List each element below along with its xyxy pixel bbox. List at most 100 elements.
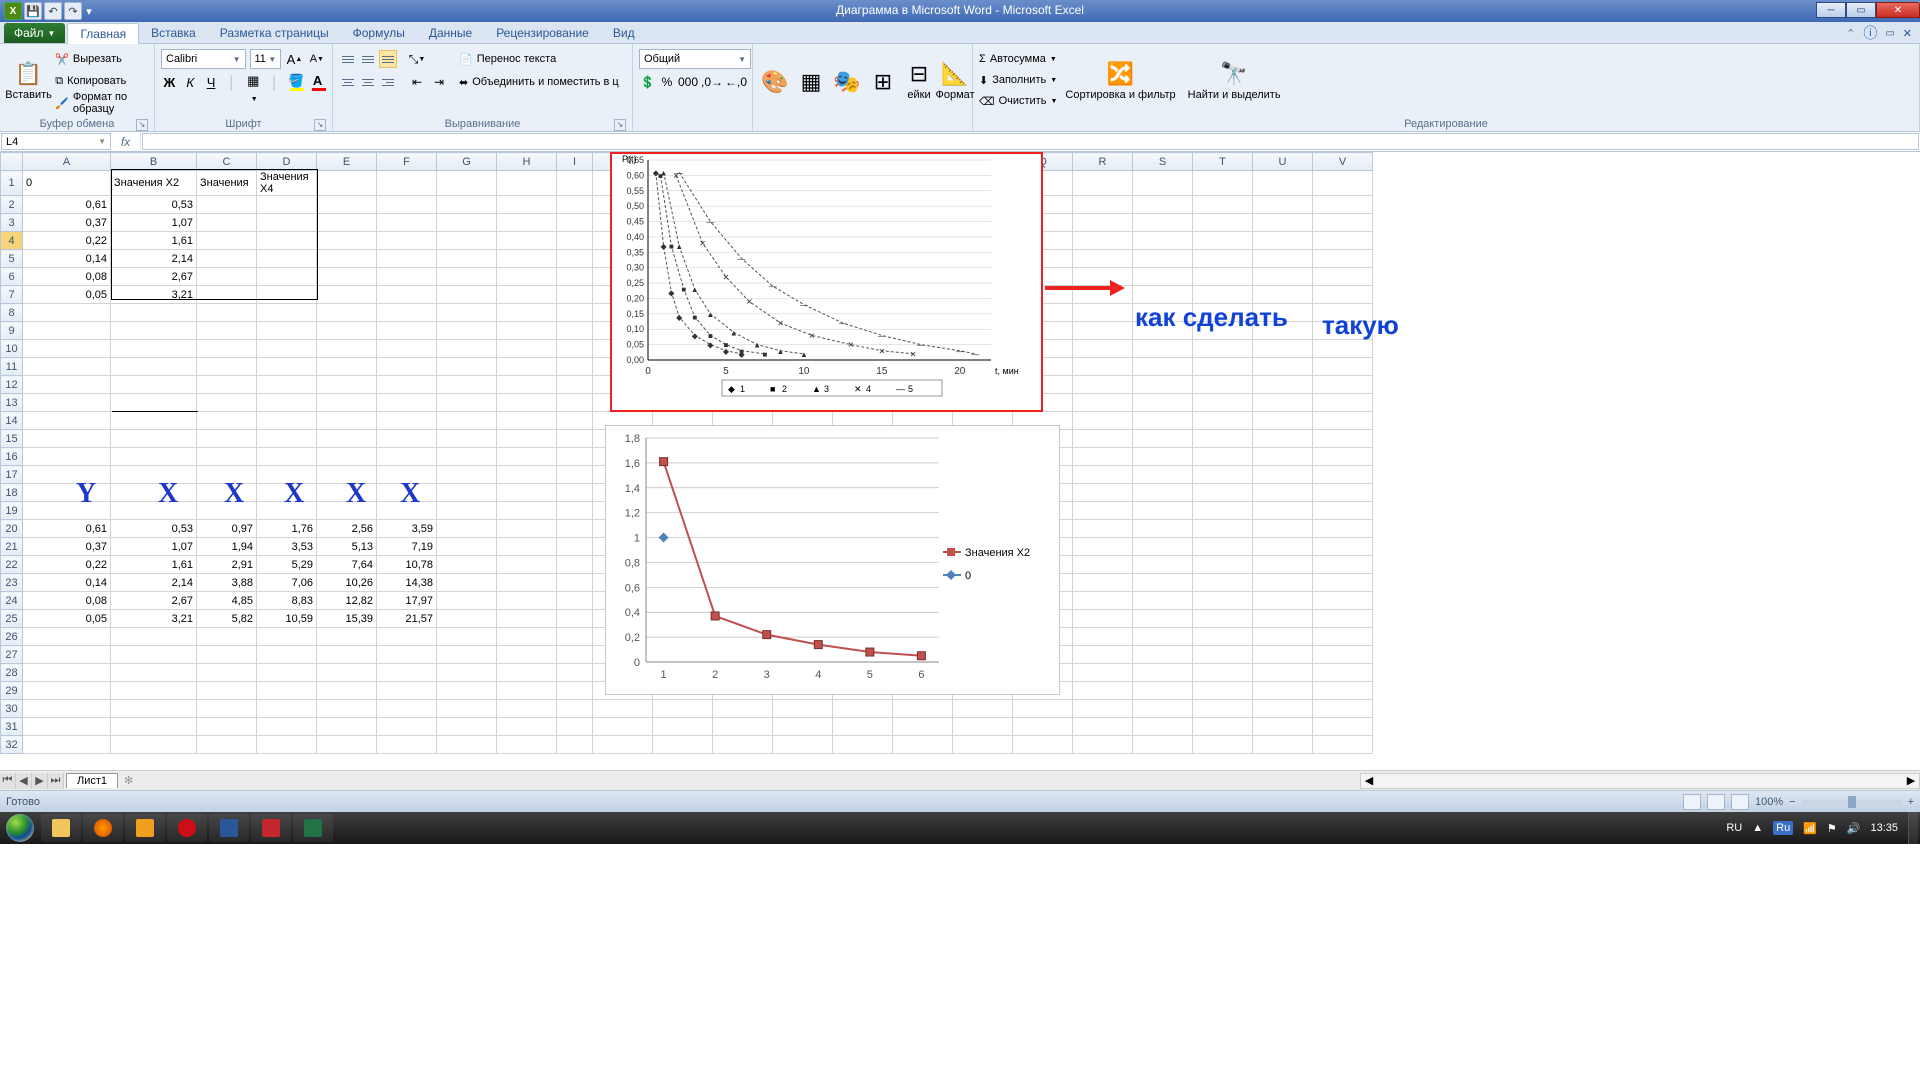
cell[interactable]: [1193, 538, 1253, 556]
cell[interactable]: [437, 664, 497, 682]
cell[interactable]: [437, 430, 497, 448]
cell[interactable]: [557, 394, 593, 412]
cell[interactable]: [1313, 628, 1373, 646]
cell[interactable]: [437, 574, 497, 592]
sheet-nav-next-icon[interactable]: ▶: [32, 773, 48, 789]
minimize-ribbon-icon[interactable]: ⌃: [1846, 27, 1855, 40]
cell[interactable]: [111, 358, 197, 376]
redo-icon[interactable]: ↷: [64, 2, 82, 20]
cell[interactable]: [593, 718, 653, 736]
cell[interactable]: [1193, 430, 1253, 448]
cell[interactable]: [317, 430, 377, 448]
border-button[interactable]: ▦▼: [244, 72, 262, 92]
undo-icon[interactable]: ↶: [44, 2, 62, 20]
comma-button[interactable]: 000: [678, 72, 698, 92]
cell[interactable]: [111, 646, 197, 664]
cell[interactable]: [557, 556, 593, 574]
cell[interactable]: [557, 286, 593, 304]
cell[interactable]: [23, 736, 111, 754]
row-header[interactable]: 29: [1, 682, 23, 700]
cell[interactable]: 3,53: [257, 538, 317, 556]
cell[interactable]: [377, 268, 437, 286]
cell[interactable]: [653, 736, 713, 754]
cell[interactable]: 5,13: [317, 538, 377, 556]
cell[interactable]: [713, 700, 773, 718]
cell[interactable]: [557, 718, 593, 736]
cell[interactable]: [197, 736, 257, 754]
cell[interactable]: [317, 700, 377, 718]
cell[interactable]: [1313, 592, 1373, 610]
format-cells-button[interactable]: 📐Формат: [939, 47, 971, 116]
cell[interactable]: [1313, 340, 1373, 358]
cell[interactable]: [1253, 286, 1313, 304]
cell[interactable]: [953, 718, 1013, 736]
merge-center-button[interactable]: ⬌Объединить и поместить в ц: [459, 72, 619, 92]
cell[interactable]: 12,82: [317, 592, 377, 610]
cell[interactable]: [773, 718, 833, 736]
row-header[interactable]: 16: [1, 448, 23, 466]
cell[interactable]: [1313, 232, 1373, 250]
cell[interactable]: [773, 700, 833, 718]
cell[interactable]: [197, 358, 257, 376]
cell[interactable]: [1193, 574, 1253, 592]
cell[interactable]: [377, 394, 437, 412]
row-header[interactable]: 10: [1, 340, 23, 358]
cell[interactable]: [1253, 448, 1313, 466]
cell[interactable]: [557, 448, 593, 466]
cell[interactable]: [377, 682, 437, 700]
cell[interactable]: [437, 412, 497, 430]
cell[interactable]: [317, 358, 377, 376]
taskbar-excel[interactable]: [293, 814, 333, 842]
cell[interactable]: [437, 448, 497, 466]
cell[interactable]: 7,19: [377, 538, 437, 556]
cell[interactable]: [437, 556, 497, 574]
currency-button[interactable]: 💲: [639, 72, 656, 92]
cell[interactable]: [1073, 736, 1133, 754]
cell[interactable]: [257, 322, 317, 340]
cell[interactable]: [317, 196, 377, 214]
row-header[interactable]: 13: [1, 394, 23, 412]
cell[interactable]: [23, 448, 111, 466]
cell[interactable]: 2,67: [111, 592, 197, 610]
cell[interactable]: [1253, 466, 1313, 484]
cell[interactable]: [1313, 574, 1373, 592]
cell[interactable]: [437, 718, 497, 736]
cell[interactable]: [1193, 628, 1253, 646]
cell[interactable]: [437, 268, 497, 286]
taskbar-aimp[interactable]: [125, 814, 165, 842]
maximize-button[interactable]: ▭: [1846, 2, 1876, 18]
cell[interactable]: [377, 171, 437, 196]
cell[interactable]: [1313, 556, 1373, 574]
cell[interactable]: [23, 430, 111, 448]
cell[interactable]: [1253, 538, 1313, 556]
show-desktop-button[interactable]: [1908, 812, 1918, 844]
wrap-text-button[interactable]: 📄Перенос текста: [459, 49, 619, 69]
cell[interactable]: [111, 718, 197, 736]
column-header[interactable]: I: [557, 153, 593, 171]
cell[interactable]: [1133, 538, 1193, 556]
cell[interactable]: 0,22: [23, 556, 111, 574]
tab-review[interactable]: Рецензирование: [484, 23, 601, 43]
cell[interactable]: [437, 250, 497, 268]
cell[interactable]: [1073, 502, 1133, 520]
cell[interactable]: 14,38: [377, 574, 437, 592]
font-color-button[interactable]: A: [309, 72, 326, 92]
cell[interactable]: [1193, 556, 1253, 574]
cell[interactable]: [437, 610, 497, 628]
cell[interactable]: [317, 340, 377, 358]
cell[interactable]: [437, 682, 497, 700]
cell[interactable]: [1193, 520, 1253, 538]
page-break-view-button[interactable]: [1731, 794, 1749, 810]
delete-cells-button[interactable]: ⊟ейки: [903, 47, 935, 116]
row-header[interactable]: 21: [1, 538, 23, 556]
cell[interactable]: [377, 628, 437, 646]
tab-formulas[interactable]: Формулы: [341, 23, 417, 43]
excel-icon[interactable]: X: [4, 2, 22, 20]
cell[interactable]: [497, 448, 557, 466]
cell[interactable]: [23, 304, 111, 322]
cell[interactable]: [1313, 718, 1373, 736]
cell[interactable]: [1313, 268, 1373, 286]
cell[interactable]: [1073, 250, 1133, 268]
cell[interactable]: [1313, 466, 1373, 484]
taskbar-pdf[interactable]: [251, 814, 291, 842]
